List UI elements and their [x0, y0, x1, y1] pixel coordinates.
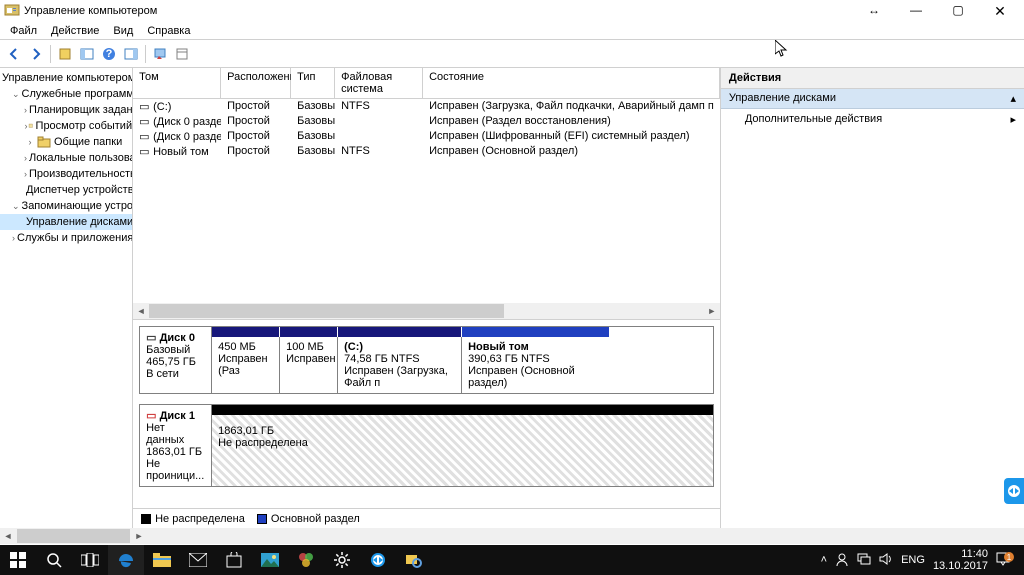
tray-chevron-icon[interactable]: ˄ — [821, 554, 827, 566]
window-title: Управление компьютером — [24, 5, 862, 17]
properties-button[interactable] — [55, 44, 75, 64]
back-button[interactable] — [4, 44, 24, 64]
window-scrollbar[interactable]: ◄► — [0, 528, 1024, 544]
actions-title: Действия — [721, 68, 1024, 89]
chevron-right-icon: ▸ — [1010, 113, 1016, 126]
maximize-button[interactable]: ▢ — [946, 3, 970, 20]
help-button[interactable]: ? — [99, 44, 119, 64]
magnify-open-icon[interactable] — [396, 545, 432, 575]
tree-system-tools[interactable]: ⌄ Служебные программы — [0, 86, 132, 102]
tray-people-icon[interactable] — [835, 552, 849, 569]
disk-diagram: ▭ Диск 0Базовый465,75 ГБВ сети450 МБИспр… — [133, 320, 720, 508]
tree-device-manager[interactable]: Диспетчер устройств — [0, 182, 132, 198]
double-arrow-icon[interactable]: ↔ — [862, 3, 886, 20]
tray-notifications-icon[interactable]: 1 — [996, 552, 1020, 569]
teamviewer-icon[interactable] — [360, 545, 396, 575]
tree-task-scheduler[interactable]: ›Планировщик заданий — [0, 102, 132, 118]
col-volume[interactable]: Том — [133, 68, 221, 98]
table-row[interactable]: ▭(C:)ПростойБазовыйNTFSИсправен (Загрузк… — [133, 99, 720, 114]
volume-table: Том Расположение Тип Файловая система Со… — [133, 68, 720, 320]
disk-row[interactable]: ▭ Диск 1Нет данных1863,01 ГБНе проиници.… — [139, 404, 714, 487]
refresh-button[interactable] — [150, 44, 170, 64]
menubar: Файл Действие Вид Справка — [0, 22, 1024, 40]
col-fs[interactable]: Файловая система — [335, 68, 423, 98]
tree-shared-folders[interactable]: ›Общие папки — [0, 134, 132, 150]
volume-table-scrollbar[interactable]: ◄ ► — [133, 303, 720, 319]
menu-file[interactable]: Файл — [4, 23, 43, 39]
photos-icon[interactable] — [252, 545, 288, 575]
actions-section[interactable]: Управление дисками ▴ — [721, 89, 1024, 109]
tree-event-viewer[interactable]: ›Просмотр событий — [0, 118, 132, 134]
search-icon[interactable] — [36, 545, 72, 575]
table-row[interactable]: ▭(Диск 0 раздел 2)ПростойБазовыйИсправен… — [133, 129, 720, 144]
close-button[interactable]: ✕ — [988, 3, 1012, 20]
legend-primary: Основной раздел — [271, 513, 360, 525]
col-status[interactable]: Состояние — [423, 68, 720, 98]
tree-disk-management[interactable]: Управление дисками — [0, 214, 132, 230]
tree-local-users[interactable]: ›Локальные пользова — [0, 150, 132, 166]
titlebar: Управление компьютером ↔ — ▢ ✕ — [0, 0, 1024, 22]
menu-action[interactable]: Действие — [45, 23, 105, 39]
settings-icon[interactable] — [324, 545, 360, 575]
forward-button[interactable] — [26, 44, 46, 64]
explorer-icon[interactable] — [144, 545, 180, 575]
edge-icon[interactable] — [108, 545, 144, 575]
colorful-icon[interactable] — [288, 545, 324, 575]
task-view-icon[interactable] — [72, 545, 108, 575]
disk-row[interactable]: ▭ Диск 0Базовый465,75 ГБВ сети450 МБИспр… — [139, 326, 714, 394]
partition[interactable]: (C:)74,58 ГБ NTFSИсправен (Загрузка, Фай… — [338, 337, 462, 393]
mail-icon[interactable] — [180, 545, 216, 575]
tree-storage[interactable]: ⌄Запоминающие устройст — [0, 198, 132, 214]
teamviewer-tab[interactable] — [1004, 478, 1024, 504]
tree-services[interactable]: ›Службы и приложения — [0, 230, 132, 246]
navigation-tree[interactable]: Управление компьютером (л ⌄ Служебные пр… — [0, 68, 133, 528]
col-layout[interactable]: Расположение — [221, 68, 291, 98]
tray-clock[interactable]: 11:40 13.10.2017 — [933, 548, 988, 572]
show-hide-tree-button[interactable] — [77, 44, 97, 64]
action-pane-button[interactable] — [121, 44, 141, 64]
menu-view[interactable]: Вид — [107, 23, 139, 39]
store-icon[interactable] — [216, 545, 252, 575]
svg-text:?: ? — [106, 48, 113, 60]
tray-network-icon[interactable] — [857, 553, 871, 568]
partition[interactable]: 100 МБИсправен — [280, 337, 338, 393]
actions-pane: Действия Управление дисками ▴ Дополнител… — [721, 68, 1024, 528]
settings-button[interactable] — [172, 44, 192, 64]
tree-root[interactable]: Управление компьютером (л — [0, 70, 132, 86]
taskbar[interactable]: ˄ ENG 11:40 13.10.2017 1 — [0, 545, 1024, 575]
actions-more[interactable]: Дополнительные действия ▸ — [721, 109, 1024, 130]
legend-unallocated: Не распределена — [155, 513, 245, 525]
partition[interactable]: Новый том390,63 ГБ NTFSИсправен (Основно… — [462, 337, 610, 393]
table-row[interactable]: ▭(Диск 0 раздел 1)ПростойБазовыйИсправен… — [133, 114, 720, 129]
minimize-button[interactable]: — — [904, 3, 928, 20]
unallocated-space[interactable]: 1863,01 ГБНе распределена — [212, 415, 713, 486]
menu-help[interactable]: Справка — [141, 23, 196, 39]
tray-volume-icon[interactable] — [879, 552, 893, 569]
tray-lang[interactable]: ENG — [901, 554, 925, 566]
app-icon — [4, 3, 20, 19]
tree-performance[interactable]: ›Производительность — [0, 166, 132, 182]
start-button[interactable] — [0, 545, 36, 575]
col-type[interactable]: Тип — [291, 68, 335, 98]
partition[interactable]: 450 МБИсправен (Раз — [212, 337, 280, 393]
toolbar: ? — [0, 40, 1024, 68]
table-row[interactable]: ▭Новый томПростойБазовыйNTFSИсправен (Ос… — [133, 144, 720, 159]
collapse-icon[interactable]: ▴ — [1010, 92, 1016, 105]
legend: Не распределена Основной раздел — [133, 508, 720, 528]
